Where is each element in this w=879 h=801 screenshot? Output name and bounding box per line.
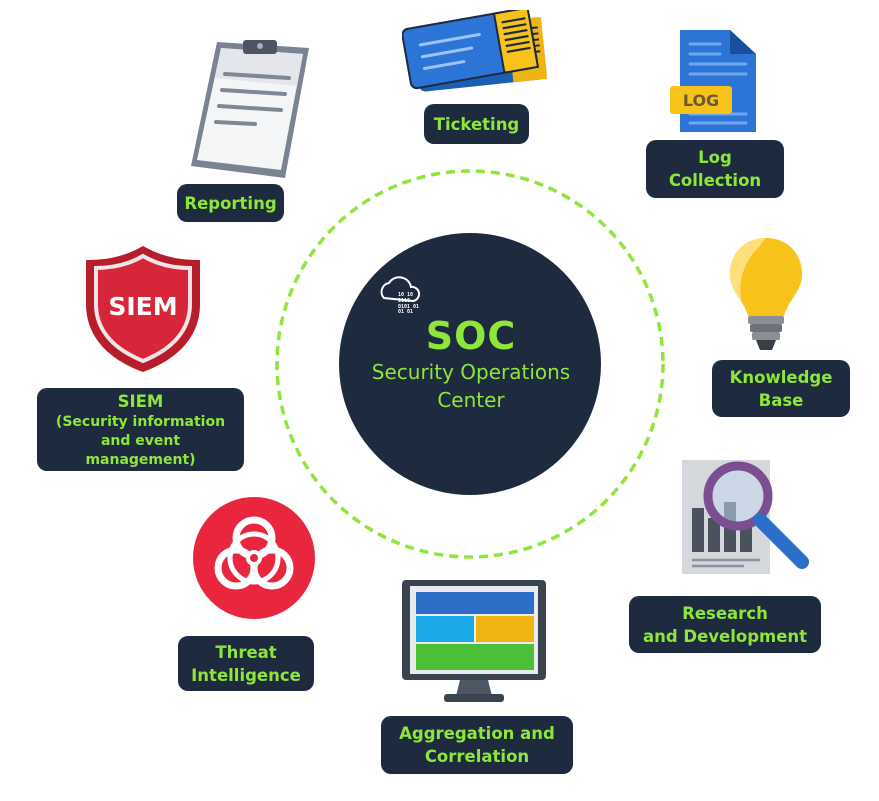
log-collection-line1: Log xyxy=(698,148,732,167)
biohazard-icon xyxy=(193,497,315,619)
threat-line2: Intelligence xyxy=(191,665,301,685)
knowledge-base-line1: Knowledge xyxy=(729,367,833,387)
reporting-label: Reporting xyxy=(184,193,277,213)
soc-title: SOC xyxy=(425,314,517,358)
research-line2: and Development xyxy=(642,626,808,646)
clipboard-icon xyxy=(191,40,309,178)
node-research: Research and Development xyxy=(629,596,821,653)
soc-subtitle: Security Operations Center xyxy=(340,358,602,414)
log-badge-text: LOG xyxy=(682,90,720,110)
lightbulb-icon xyxy=(730,238,802,350)
aggregation-line1: Aggregation and xyxy=(399,724,555,743)
siem-line1: SIEM xyxy=(117,391,164,411)
ticket-icon xyxy=(402,10,548,92)
ticketing-label: Ticketing xyxy=(433,114,520,134)
siem-badge-text: SIEM xyxy=(108,291,178,321)
node-threat-intelligence: Threat Intelligence xyxy=(178,636,314,691)
research-line1: Research xyxy=(682,603,768,623)
node-siem: SIEM (Security information and event man… xyxy=(37,388,244,471)
soc-subtitle-line1: Security Operations xyxy=(371,360,571,384)
node-aggregation: Aggregation and Correlation xyxy=(381,716,573,774)
log-file-icon xyxy=(670,30,756,132)
node-reporting: Reporting xyxy=(177,184,284,222)
knowledge-base-line2: Base xyxy=(758,390,804,410)
soc-diagram: 10 10 1110 0101 01 01 01 SOC Security Op… xyxy=(0,0,879,801)
monitor-icon xyxy=(402,580,546,702)
node-knowledge-base: Knowledge Base xyxy=(712,360,850,417)
siem-line3: and event management) xyxy=(85,432,196,468)
soc-subtitle-line2: Center xyxy=(437,388,505,412)
node-log-collection: Log Collection xyxy=(646,140,784,198)
threat-line1: Threat xyxy=(215,642,277,662)
magnifier-report-icon xyxy=(682,460,809,574)
log-collection-line2: Collection xyxy=(668,171,762,190)
node-ticketing: Ticketing xyxy=(424,104,529,144)
aggregation-line2: Correlation xyxy=(424,747,530,766)
siem-line2: (Security information xyxy=(55,413,226,430)
